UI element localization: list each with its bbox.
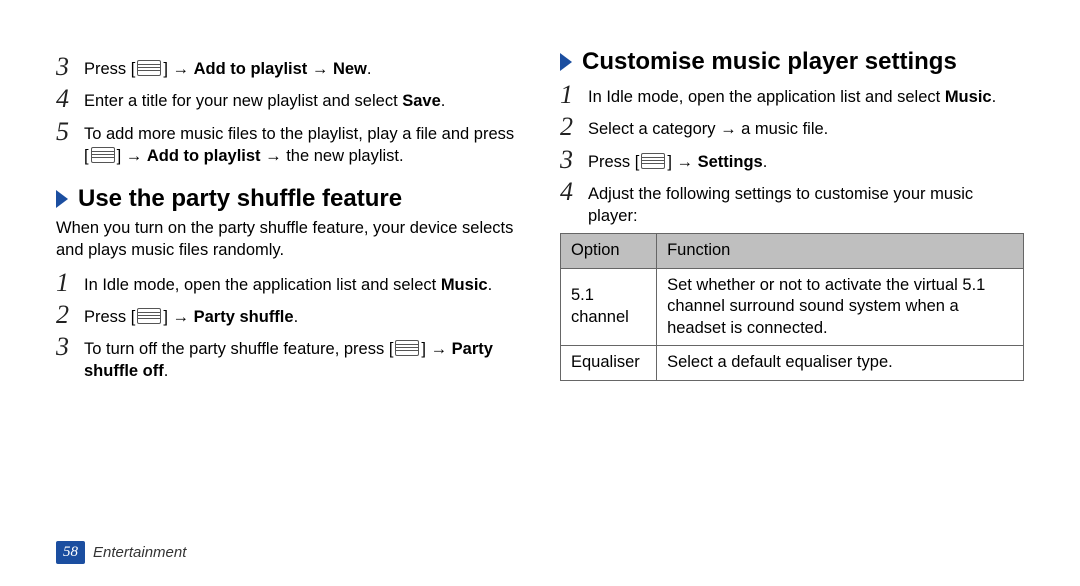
customise-steps: 1In Idle mode, open the application list… [560, 82, 1024, 227]
table-cell-function: Set whether or not to activate the virtu… [657, 268, 1024, 345]
step-number: 2 [56, 302, 84, 328]
table-cell-option: 5.1 channel [561, 268, 657, 345]
strong-text: New [333, 60, 367, 78]
strong-text: Party shuffle off [84, 340, 493, 380]
section-title-party-shuffle: Use the party shuffle feature [78, 185, 402, 213]
step: 3To turn off the party shuffle feature, … [56, 334, 520, 383]
footer-section-name: Entertainment [93, 544, 186, 561]
party-shuffle-steps: 1In Idle mode, open the application list… [56, 270, 520, 383]
strong-text: Music [441, 276, 488, 294]
step-number: 3 [56, 334, 84, 360]
step-number: 1 [560, 82, 588, 108]
strong-text: Party shuffle [194, 308, 294, 326]
step-body: In Idle mode, open the application list … [84, 270, 520, 296]
table-cell-function: Select a default equaliser type. [657, 346, 1024, 380]
step-body: To turn off the party shuffle feature, p… [84, 334, 520, 383]
strong-text: Add to playlist [147, 147, 261, 165]
step-number: 5 [56, 119, 84, 145]
menu-icon [641, 153, 665, 169]
table-header-row: Option Function [561, 234, 1024, 268]
step-body: Press [] → Add to playlist → New. [84, 54, 520, 80]
step: 4Enter a title for your new playlist and… [56, 86, 520, 112]
chevron-right-icon [56, 190, 68, 208]
table-row: EqualiserSelect a default equaliser type… [561, 346, 1024, 380]
table-header-option: Option [561, 234, 657, 268]
step-body: Press [] → Party shuffle. [84, 302, 520, 328]
step-number: 3 [560, 147, 588, 173]
step: 4Adjust the following settings to custom… [560, 179, 1024, 228]
step-body: In Idle mode, open the application list … [588, 82, 1024, 108]
right-column: Customise music player settings 1In Idle… [560, 48, 1024, 586]
step: 2Press [] → Party shuffle. [56, 302, 520, 328]
table-row: 5.1 channelSet whether or not to activat… [561, 268, 1024, 345]
page-footer: 58 Entertainment [56, 541, 186, 564]
table-header-function: Function [657, 234, 1024, 268]
page-number: 58 [56, 541, 85, 564]
step: 5To add more music files to the playlist… [56, 119, 520, 168]
chevron-right-icon [560, 53, 572, 71]
step-body: Press [] → Settings. [588, 147, 1024, 173]
step-body: To add more music files to the playlist,… [84, 119, 520, 168]
step: 3Press [] → Settings. [560, 147, 1024, 173]
table-cell-option: Equaliser [561, 346, 657, 380]
step: 1In Idle mode, open the application list… [56, 270, 520, 296]
step: 3Press [] → Add to playlist → New. [56, 54, 520, 80]
step-body: Adjust the following settings to customi… [588, 179, 1024, 228]
section-head-party-shuffle: Use the party shuffle feature [56, 185, 520, 213]
strong-text: Music [945, 88, 992, 106]
left-column: 3Press [] → Add to playlist → New.4Enter… [56, 48, 520, 586]
strong-text: Save [402, 92, 441, 110]
menu-icon [137, 308, 161, 324]
menu-icon [395, 340, 419, 356]
step-number: 3 [56, 54, 84, 80]
step-number: 4 [560, 179, 588, 205]
playlist-steps: 3Press [] → Add to playlist → New.4Enter… [56, 54, 520, 167]
step-number: 1 [56, 270, 84, 296]
strong-text: Add to playlist [194, 60, 308, 78]
options-table: Option Function 5.1 channelSet whether o… [560, 233, 1024, 380]
step-number: 2 [560, 114, 588, 140]
page: 3Press [] → Add to playlist → New.4Enter… [0, 0, 1080, 586]
section-head-customise: Customise music player settings [560, 48, 1024, 76]
menu-icon [91, 147, 115, 163]
step: 1In Idle mode, open the application list… [560, 82, 1024, 108]
menu-icon [137, 60, 161, 76]
strong-text: Settings [698, 153, 763, 171]
step: 2Select a category → a music file. [560, 114, 1024, 140]
section-title-customise: Customise music player settings [582, 48, 957, 76]
step-body: Select a category → a music file. [588, 114, 1024, 140]
step-body: Enter a title for your new playlist and … [84, 86, 520, 112]
step-number: 4 [56, 86, 84, 112]
section-intro-party-shuffle: When you turn on the party shuffle featu… [56, 217, 520, 262]
